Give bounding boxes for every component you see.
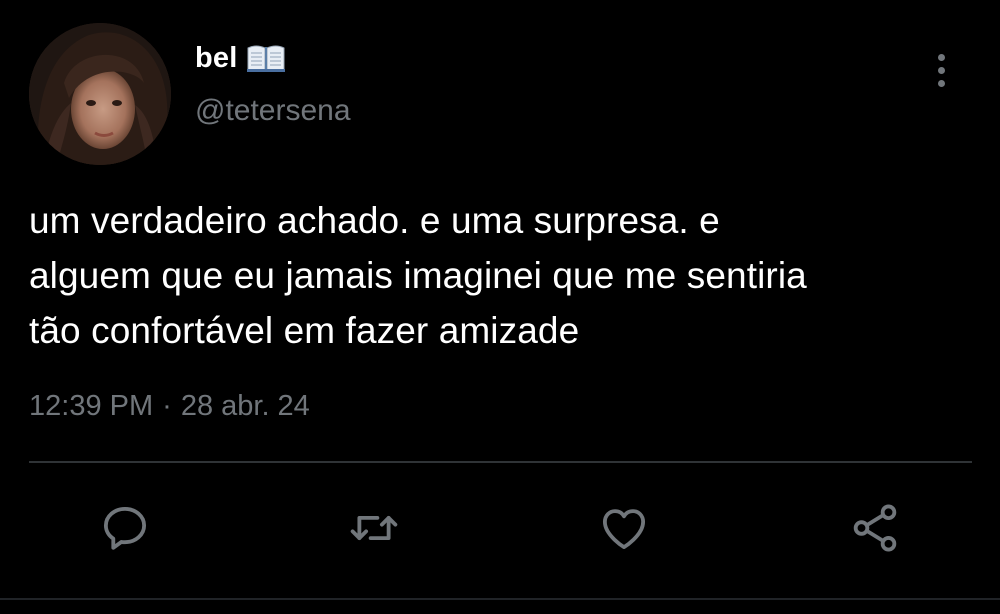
avatar[interactable] [29, 23, 171, 165]
meta-separator: · [162, 390, 172, 422]
display-name-row: bel [195, 38, 286, 78]
user-handle[interactable]: @tetersena [195, 94, 351, 128]
tweet-card: bel @tetersena um verdadeiro achado. e u… [0, 0, 1000, 614]
reply-button[interactable] [95, 498, 155, 558]
divider [29, 461, 972, 463]
more-vertical-icon [937, 53, 945, 61]
tweet-timestamp[interactable]: 12:39 PM · 28 abr. 24 [29, 390, 310, 423]
retweet-icon [350, 515, 398, 541]
more-vertical-icon-dot [937, 66, 945, 74]
share-icon [853, 504, 897, 552]
tweet-time: 12:39 PM [29, 390, 154, 422]
bottom-divider [0, 598, 1000, 600]
like-button[interactable] [594, 498, 654, 558]
action-bar [0, 498, 1000, 558]
avatar-photo [29, 23, 171, 165]
open-book-icon [246, 43, 286, 73]
display-name[interactable]: bel [195, 42, 238, 75]
reply-icon [103, 506, 147, 550]
retweet-button[interactable] [344, 498, 404, 558]
heart-icon [602, 509, 646, 550]
more-options-button[interactable] [926, 50, 956, 90]
tweet-text: um verdadeiro achado. e uma surpresa. e … [29, 200, 807, 351]
share-button[interactable] [845, 498, 905, 558]
more-vertical-icon-dot [937, 79, 945, 87]
tweet-date: 28 abr. 24 [180, 390, 310, 422]
